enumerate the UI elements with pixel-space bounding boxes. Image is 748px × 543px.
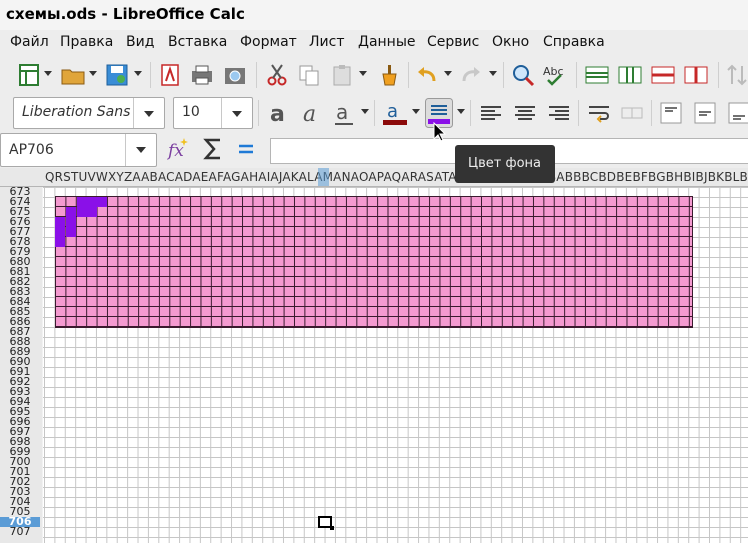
function-wizard-icon[interactable]: fx <box>166 136 192 162</box>
new-dropdown-icon[interactable] <box>44 71 52 76</box>
svg-text:fx: fx <box>166 141 184 161</box>
copy-icon[interactable] <box>296 62 322 88</box>
font-name-dropdown-icon[interactable] <box>133 98 164 128</box>
font-size-combo[interactable]: 10 <box>173 97 253 129</box>
font-size-dropdown-icon[interactable] <box>221 98 252 128</box>
clone-formatting-icon[interactable] <box>376 62 402 88</box>
window-title: схемы.ods - LibreOffice Calc <box>6 5 245 23</box>
purple-cell[interactable] <box>66 227 76 237</box>
font-color-icon[interactable]: a <box>382 100 408 126</box>
purple-cell[interactable] <box>55 227 65 237</box>
column-header: QRSTUVWXYZAABACADAEAFAGAHAIAJAKALAMANAOA… <box>0 168 748 187</box>
selected-column-highlight <box>318 168 329 186</box>
align-top-icon[interactable] <box>658 100 684 126</box>
merge-cells-icon[interactable] <box>619 100 645 126</box>
mouse-pointer-icon <box>433 122 447 142</box>
purple-cell[interactable] <box>55 237 65 247</box>
standard-toolbar: Abc <box>0 56 748 94</box>
cell-grid[interactable] <box>43 187 748 543</box>
title-bar: схемы.ods - LibreOffice Calc <box>0 0 748 30</box>
align-left-icon[interactable] <box>478 100 504 126</box>
purple-cell[interactable] <box>87 207 97 217</box>
save-icon[interactable] <box>104 62 130 88</box>
menu-tools[interactable]: Сервис <box>427 34 479 50</box>
font-name-value: Liberation Sans <box>22 104 131 120</box>
open-folder-icon[interactable] <box>60 62 86 88</box>
delete-columns-icon[interactable] <box>683 62 709 88</box>
svg-text:a: a <box>303 102 316 126</box>
underline-dropdown-icon[interactable] <box>361 109 369 114</box>
undo-icon[interactable] <box>414 62 440 88</box>
wrap-text-icon[interactable] <box>586 100 612 126</box>
purple-cell[interactable] <box>77 207 87 217</box>
menu-view[interactable]: Вид <box>126 34 154 50</box>
purple-cell[interactable] <box>55 217 65 227</box>
print-preview-icon[interactable] <box>222 62 248 88</box>
paste-icon[interactable] <box>330 62 356 88</box>
menu-edit[interactable]: Правка <box>60 34 113 50</box>
menu-help[interactable]: Справка <box>543 34 605 50</box>
svg-text:a: a <box>336 100 348 124</box>
font-size-value: 10 <box>182 104 200 120</box>
find-replace-icon[interactable] <box>510 62 536 88</box>
name-box-dropdown-icon[interactable] <box>125 134 156 166</box>
insert-columns-icon[interactable] <box>617 62 643 88</box>
purple-cell[interactable] <box>66 207 76 217</box>
tooltip: Цвет фона <box>455 145 555 183</box>
menu-window[interactable]: Окно <box>492 34 529 50</box>
delete-rows-icon[interactable] <box>650 62 676 88</box>
purple-cell[interactable] <box>97 197 107 207</box>
redo-icon[interactable] <box>458 62 484 88</box>
font-name-combo[interactable]: Liberation Sans <box>13 97 165 129</box>
name-box[interactable]: AP706 <box>0 133 157 167</box>
align-bottom-icon[interactable] <box>726 100 748 126</box>
column-labels: QRSTUVWXYZAABACADAEAFAGAHAIAJAKALAMANAOA… <box>45 170 748 184</box>
print-icon[interactable] <box>189 62 215 88</box>
sort-icon[interactable] <box>724 62 748 88</box>
purple-cell[interactable] <box>87 197 97 207</box>
cut-icon[interactable] <box>264 62 290 88</box>
formula-icon[interactable] <box>233 136 259 162</box>
bold-icon[interactable]: a <box>265 100 291 126</box>
italic-icon[interactable]: a <box>298 100 324 126</box>
new-spreadsheet-icon[interactable] <box>16 62 42 88</box>
active-cell-cursor[interactable] <box>318 516 334 530</box>
open-dropdown-icon[interactable] <box>89 71 97 76</box>
background-color-dropdown-icon[interactable] <box>457 109 465 114</box>
save-dropdown-icon[interactable] <box>134 71 142 76</box>
menu-sheet[interactable]: Лист <box>309 34 344 50</box>
svg-text:a: a <box>270 102 285 126</box>
purple-cell[interactable] <box>77 197 87 207</box>
paste-dropdown-icon[interactable] <box>359 71 367 76</box>
align-right-icon[interactable] <box>546 100 572 126</box>
font-color-dropdown-icon[interactable] <box>412 109 420 114</box>
formatting-toolbar: Liberation Sans 10 a a a a <box>0 94 748 132</box>
align-center-icon[interactable] <box>512 100 538 126</box>
row-header: 673 674 675 676 677 678 679 680 681 682 … <box>0 187 42 543</box>
redo-dropdown-icon[interactable] <box>489 71 497 76</box>
menu-format[interactable]: Формат <box>240 34 297 50</box>
purple-cell[interactable] <box>66 217 76 227</box>
align-middle-icon[interactable] <box>692 100 718 126</box>
sum-icon[interactable] <box>200 136 226 162</box>
underline-icon[interactable]: a <box>331 100 357 126</box>
formula-bar: AP706 fx <box>0 132 748 168</box>
row-number[interactable]: 707 <box>0 526 40 537</box>
insert-rows-icon[interactable] <box>584 62 610 88</box>
pink-filled-range[interactable] <box>55 196 693 328</box>
spellcheck-icon[interactable]: Abc <box>542 62 568 88</box>
tooltip-text: Цвет фона <box>468 156 541 171</box>
name-box-value: AP706 <box>9 142 54 158</box>
menu-bar: Файл Правка Вид Вставка Формат Лист Данн… <box>0 30 748 56</box>
menu-file[interactable]: Файл <box>10 34 49 50</box>
menu-insert[interactable]: Вставка <box>168 34 227 50</box>
undo-dropdown-icon[interactable] <box>444 71 452 76</box>
menu-data[interactable]: Данные <box>358 34 416 50</box>
export-pdf-icon[interactable] <box>157 62 183 88</box>
svg-text:a: a <box>387 101 398 122</box>
